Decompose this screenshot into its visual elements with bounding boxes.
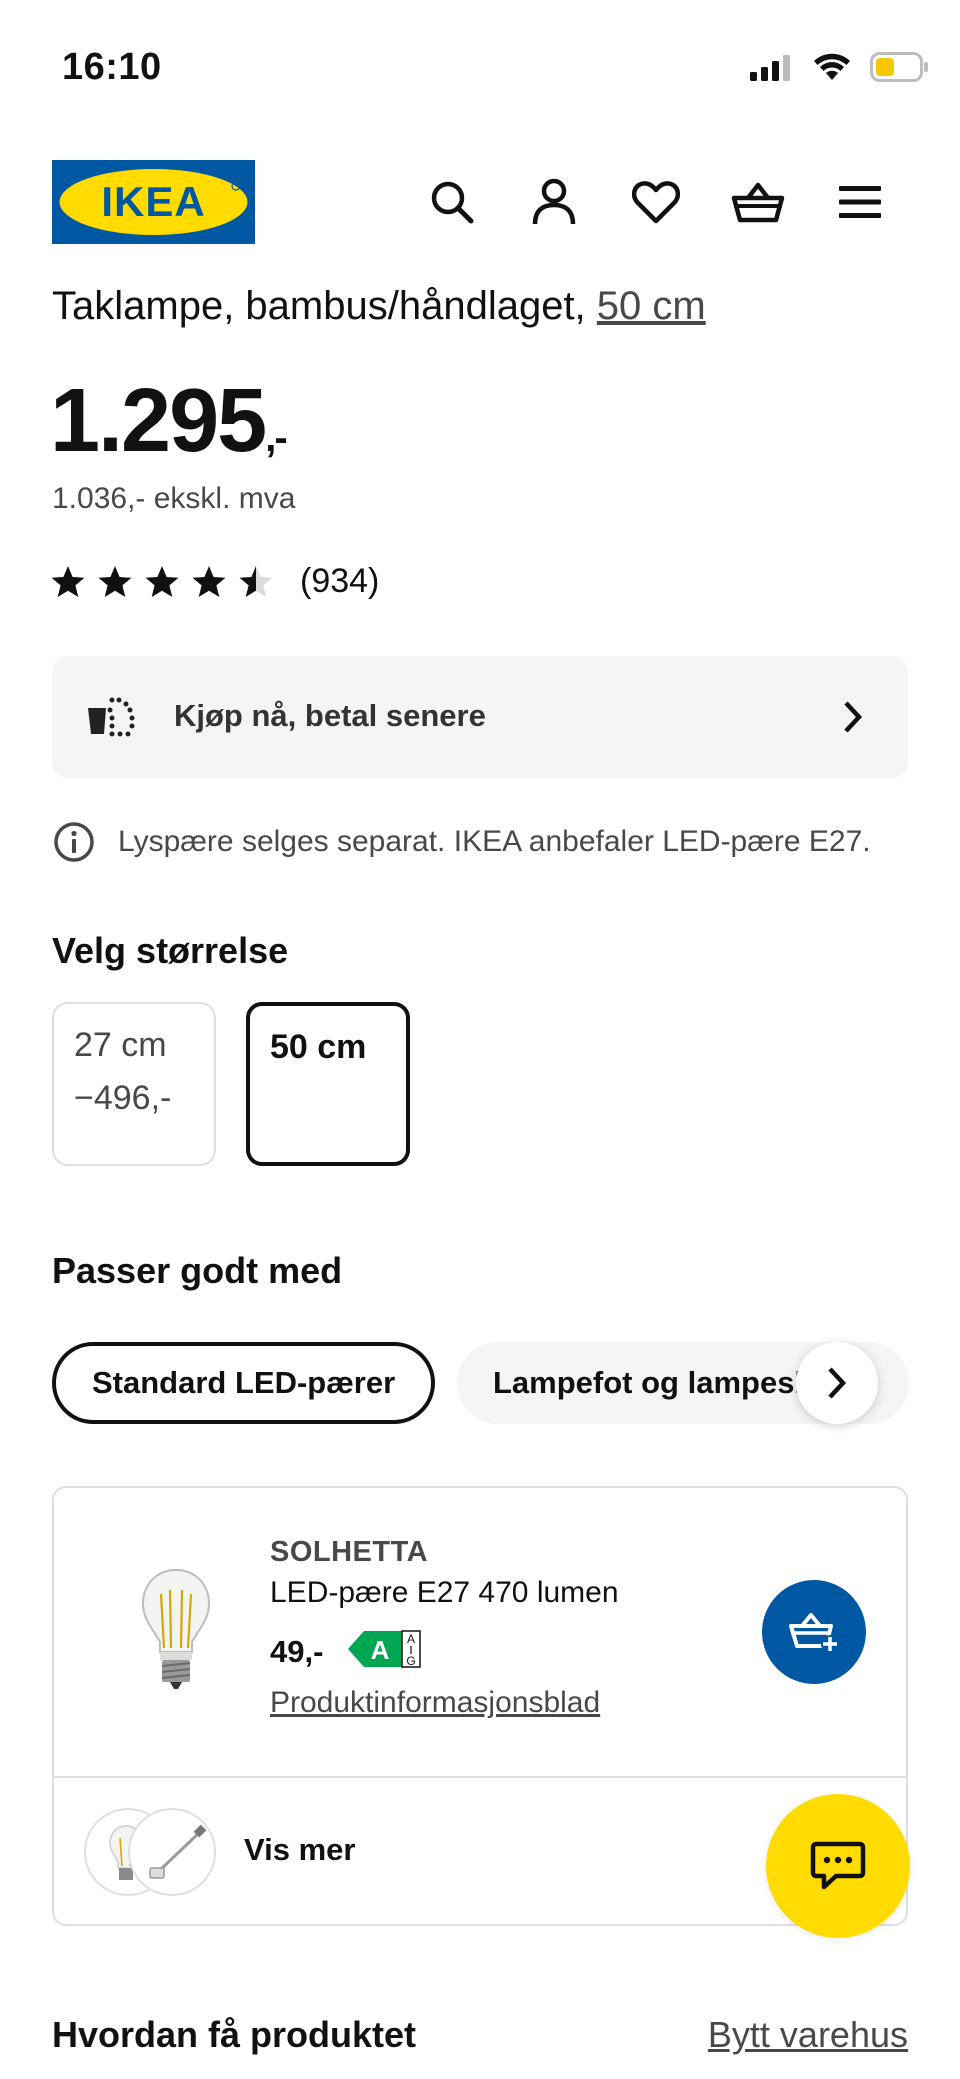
status-time: 16:10 xyxy=(62,46,162,88)
thumbnail-lamp-cord xyxy=(128,1808,216,1896)
payment-bag-icon xyxy=(86,694,140,743)
menu-button[interactable] xyxy=(830,172,890,232)
favourites-button[interactable] xyxy=(626,172,686,232)
ikea-logo[interactable]: IKEA xyxy=(52,160,255,244)
price-ex-vat: 1.036,- ekskl. mva xyxy=(52,482,296,515)
product-price-small: 49,- xyxy=(270,1634,324,1669)
delivery-section-title: Hvordan få produktet xyxy=(52,2014,417,2055)
info-icon xyxy=(54,822,94,862)
search-button[interactable] xyxy=(422,172,482,232)
tab-standard-led-bulbs[interactable]: Standard LED-pærer xyxy=(52,1342,435,1424)
site-header: IKEA xyxy=(0,160,960,244)
size-option-50cm[interactable]: 50 cm xyxy=(246,1002,410,1166)
logo-text: IKEA xyxy=(101,178,205,225)
size-option-label: 27 cm xyxy=(74,1026,167,1064)
half-star-icon xyxy=(239,565,273,597)
product-info-sheet-link[interactable]: Produktinformasjonsblad xyxy=(270,1686,600,1720)
star-icon xyxy=(98,565,132,597)
energy-scale-top: A xyxy=(407,1632,415,1646)
goes-with-title: Passer godt med xyxy=(52,1250,343,1291)
star-icon xyxy=(51,565,85,597)
cellular-signal-icon xyxy=(750,55,790,81)
size-option-price-diff: −496,- xyxy=(74,1079,172,1117)
wifi-icon xyxy=(814,53,850,80)
product-size-link[interactable]: 50 cm xyxy=(597,284,706,328)
product-title: Taklampe, bambus/håndlaget, 50 cm xyxy=(52,284,706,329)
buy-now-pay-later-button[interactable]: Kjøp nå, betal senere xyxy=(52,656,908,778)
add-to-cart-button[interactable] xyxy=(762,1580,866,1684)
product-rating[interactable]: (934) xyxy=(50,562,379,601)
status-bar: 16:10 xyxy=(0,0,960,140)
cart-button[interactable] xyxy=(728,172,788,232)
rating-count: (934) xyxy=(300,562,380,600)
shopping-bag-icon xyxy=(731,182,785,223)
profile-button[interactable] xyxy=(524,172,584,232)
energy-label[interactable]: A A G xyxy=(346,1628,424,1675)
battery-icon xyxy=(870,52,928,82)
star-icon xyxy=(145,565,179,597)
size-section-title: Velg størrelse xyxy=(52,930,289,971)
user-icon xyxy=(532,178,576,225)
heart-icon xyxy=(632,181,680,224)
energy-scale-bottom: G xyxy=(406,1654,415,1668)
energy-class: A xyxy=(371,1635,390,1665)
price-suffix: ,- xyxy=(265,416,287,460)
product-description: LED-pære E27 470 lumen xyxy=(270,1576,619,1609)
bulb-notice: Lyspære selges separat. IKEA anbefaler L… xyxy=(52,820,871,864)
price-main: 1.295 xyxy=(50,371,267,471)
product-price: 1.295,- xyxy=(50,370,288,473)
product-title-text: Taklampe, bambus/håndlaget, xyxy=(52,284,597,328)
chevron-right-icon xyxy=(842,700,864,739)
change-store-link[interactable]: Bytt varehus xyxy=(708,2014,908,2056)
product-name: SOLHETTA xyxy=(270,1536,429,1568)
size-option-label: 50 cm xyxy=(270,1028,367,1066)
scroll-right-button[interactable] xyxy=(796,1342,878,1424)
chevron-right-icon xyxy=(828,1367,847,1399)
show-more-label: Vis mer xyxy=(244,1832,356,1867)
status-icons xyxy=(750,52,930,82)
bulb-notice-text: Lyspære selges separat. IKEA anbefaler L… xyxy=(118,825,871,858)
add-to-cart-icon xyxy=(789,1613,839,1653)
more-product-thumbnails xyxy=(84,1808,216,1898)
buy-now-pay-later-label: Kjøp nå, betal senere xyxy=(174,698,486,733)
star-icon xyxy=(192,565,226,597)
chat-button[interactable] xyxy=(766,1794,910,1938)
search-icon xyxy=(431,181,474,224)
chat-icon xyxy=(810,1841,866,1890)
size-option-27cm[interactable]: 27 cm −496,- xyxy=(52,1002,216,1166)
hamburger-menu-icon xyxy=(839,186,881,218)
rating-stars xyxy=(50,565,274,599)
product-image[interactable] xyxy=(140,1568,212,1695)
header-icons xyxy=(422,172,890,232)
